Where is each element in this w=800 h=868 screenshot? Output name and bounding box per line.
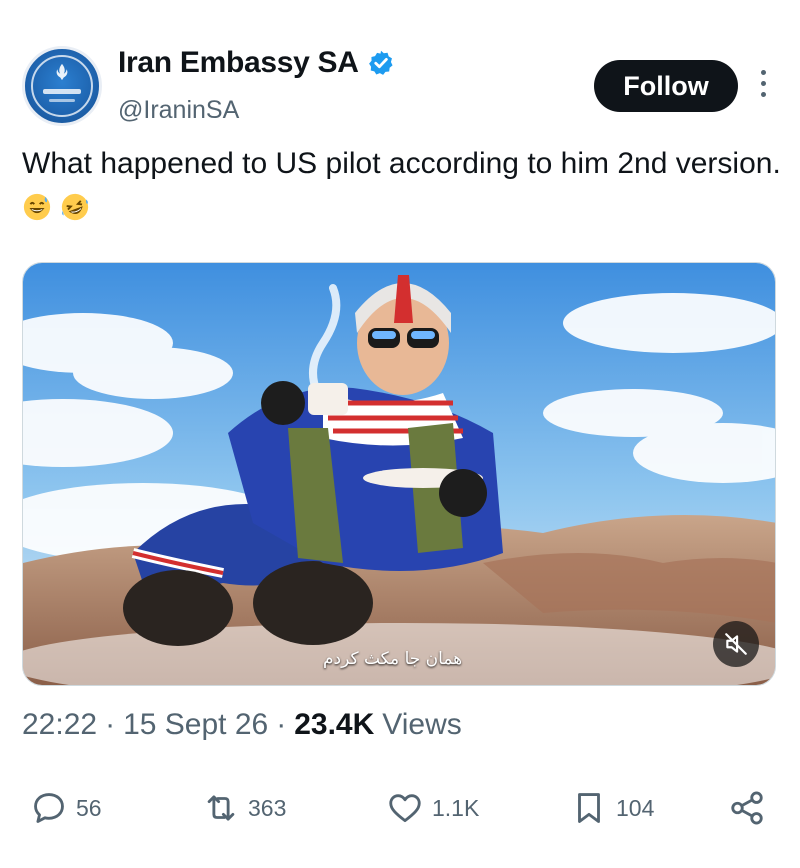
reply-count: 56 [76, 794, 102, 821]
tweet-header: Iran Embassy SA @IraninSA Follow [22, 42, 782, 132]
tweet-date[interactable]: 15 Sept 26 [123, 708, 268, 742]
grinning-sweat-emoji [23, 193, 51, 221]
bookmark-button[interactable]: 104 [570, 778, 654, 838]
share-button[interactable] [728, 778, 766, 838]
bookmark-count: 104 [616, 794, 655, 821]
dot [760, 70, 766, 75]
author-name-row[interactable]: Iran Embassy SA [118, 46, 395, 80]
video-caption: همان جا مکث کردم [323, 649, 463, 669]
bookmark-icon [578, 793, 600, 823]
views-label: Views [382, 708, 462, 741]
mute-button[interactable] [713, 621, 759, 667]
tweet-time[interactable]: 22:22 [22, 708, 97, 742]
rolling-laughing-emoji [62, 193, 89, 221]
author-display-name[interactable]: Iran Embassy SA [118, 46, 359, 80]
like-count: 1.1K [432, 794, 480, 821]
tweet-body: What happened to US pilot according to h… [22, 147, 781, 180]
seal-text-line [43, 89, 81, 94]
video-frame [23, 263, 775, 685]
tweet-meta: 22:22 · 15 Sept 26 · 23.4K Views [22, 708, 462, 742]
avatar[interactable] [22, 46, 102, 126]
separator-dot: · [276, 708, 287, 741]
verified-badge-icon [368, 50, 393, 75]
views-count[interactable]: 23.4K [294, 708, 374, 742]
like-button[interactable]: 1.1K [386, 778, 479, 838]
repost-count: 363 [248, 794, 287, 821]
tweet-actions: 56 363 1.1K 104 [22, 778, 778, 838]
tweet-text: What happened to US pilot according to h… [22, 142, 782, 230]
media-video[interactable]: همان جا مکث کردم [22, 262, 776, 686]
embassy-seal-icon [56, 63, 68, 81]
dot [760, 81, 766, 86]
muted-speaker-icon [725, 633, 747, 655]
author-handle[interactable]: @IraninSA [118, 96, 239, 125]
share-icon [731, 791, 763, 825]
repost-icon [207, 795, 235, 821]
seal-text-line [49, 99, 75, 102]
more-options-icon[interactable] [758, 70, 768, 104]
repost-button[interactable]: 363 [202, 778, 286, 838]
follow-button[interactable]: Follow [594, 60, 738, 112]
heart-icon [389, 794, 421, 823]
dot [760, 92, 766, 97]
reply-icon [34, 793, 64, 823]
reply-button[interactable]: 56 [30, 778, 102, 838]
separator-dot: · [105, 708, 116, 741]
